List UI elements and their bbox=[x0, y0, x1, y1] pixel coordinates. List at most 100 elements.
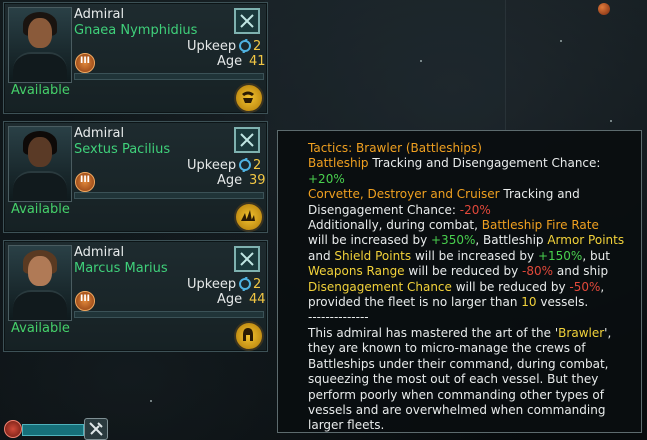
tooltip-text: -80% bbox=[522, 264, 554, 279]
tooltip-text: -20% bbox=[459, 202, 491, 217]
helmet-trait-icon[interactable] bbox=[234, 321, 264, 351]
tooltip-text: Battleship Fire Rate bbox=[481, 218, 599, 233]
admiral-name: Gnaea Nymphidius bbox=[74, 23, 198, 38]
tools-button[interactable] bbox=[84, 418, 108, 440]
level-text: III bbox=[79, 175, 91, 185]
tooltip-text: vessels and are overwhelmed when command… bbox=[308, 402, 606, 417]
close-icon bbox=[240, 252, 254, 266]
fleet-trait-icon[interactable] bbox=[234, 202, 264, 232]
tooltip-text: , bbox=[600, 279, 605, 294]
tooltip-text: -50% bbox=[569, 279, 601, 294]
tooltip-text: Disengagement Chance: bbox=[308, 202, 460, 217]
tooltip-text: +20% bbox=[308, 171, 345, 186]
tooltip-text: ', bbox=[604, 325, 612, 340]
dismiss-button[interactable] bbox=[234, 127, 260, 153]
tooltip-text: Battleships under their command, during … bbox=[308, 356, 609, 371]
tooltip-text: larger fleets. bbox=[308, 418, 385, 433]
tooltip-text: This admiral has mastered the art of the… bbox=[308, 325, 559, 340]
admiral-portrait bbox=[8, 126, 72, 202]
tooltip-text: Tracking and Disengagement Chance: bbox=[368, 156, 601, 171]
tooltip-title: Tactics: Brawler (Battleships) bbox=[308, 141, 482, 155]
trait-tooltip: Tactics: Brawler (Battleships) Battleshi… bbox=[277, 130, 642, 433]
upkeep-value: 2 bbox=[253, 158, 262, 173]
admiral-card[interactable]: Admiral Sextus Pacilius Upkeep 2 Age 39 … bbox=[3, 121, 268, 233]
tooltip-text: provided the fleet is no larger than bbox=[308, 295, 522, 310]
tooltip-divider: -------------- bbox=[308, 310, 369, 325]
tooltip-text: Disengagement Chance bbox=[308, 279, 452, 294]
admiral-card[interactable]: Admiral Marcus Marius Upkeep 2 Age 44 II… bbox=[3, 240, 268, 352]
age-label: Age bbox=[217, 54, 243, 69]
admiral-name: Marcus Marius bbox=[74, 261, 168, 276]
upkeep-label: Upkeep bbox=[187, 158, 237, 173]
tooltip-text: , but bbox=[582, 248, 610, 263]
upkeep-value: 2 bbox=[253, 277, 262, 292]
close-icon bbox=[240, 14, 254, 28]
tooltip-text: will be reduced by bbox=[451, 279, 570, 294]
age-value: 39 bbox=[249, 173, 266, 188]
level-badge: III bbox=[75, 53, 95, 73]
planet-icon bbox=[598, 3, 610, 15]
tooltip-text: Additionally, during combat, bbox=[308, 218, 482, 233]
star bbox=[560, 40, 562, 42]
age-label: Age bbox=[217, 173, 243, 188]
tooltip-text: +150% bbox=[537, 248, 583, 263]
tooltip-text: Armor Points bbox=[547, 233, 625, 248]
background-panel bbox=[265, 0, 506, 130]
influence-icon bbox=[239, 158, 251, 172]
tooltip-text: Brawler bbox=[558, 325, 605, 340]
level-text: III bbox=[79, 56, 91, 66]
bottom-toolbar bbox=[0, 416, 110, 440]
star bbox=[150, 400, 152, 402]
level-badge: III bbox=[75, 291, 95, 311]
tooltip-text: +350% bbox=[431, 233, 476, 248]
level-text: III bbox=[79, 294, 91, 304]
tooltip-text: will be increased by bbox=[411, 248, 538, 263]
crab-trait-icon[interactable] bbox=[234, 83, 264, 113]
tooltip-text: they are known to micro-manage the crews… bbox=[308, 341, 586, 356]
admiral-portrait bbox=[8, 245, 72, 321]
tooltip-text: will be increased by bbox=[308, 233, 431, 248]
admiral-card[interactable]: Admiral Gnaea Nymphidius Upkeep 2 Age 41… bbox=[3, 2, 268, 114]
experience-bar bbox=[74, 73, 264, 80]
tooltip-text: Battleship bbox=[308, 156, 369, 171]
star bbox=[610, 120, 612, 122]
tooltip-text: Shield Points bbox=[334, 248, 412, 263]
tooltip-text: squeezing the most out of each vessel. B… bbox=[308, 372, 599, 387]
alert-icon[interactable] bbox=[4, 420, 22, 438]
age-value: 41 bbox=[249, 54, 266, 69]
tooltip-text: Corvette, Destroyer and Cruiser bbox=[308, 187, 500, 202]
close-icon bbox=[240, 133, 254, 147]
upkeep-label: Upkeep bbox=[187, 39, 237, 54]
influence-icon bbox=[239, 39, 251, 53]
admiral-rank: Admiral bbox=[74, 126, 125, 141]
tooltip-text: will be reduced by bbox=[404, 264, 523, 279]
admiral-name: Sextus Pacilius bbox=[74, 142, 171, 157]
wrench-icon bbox=[89, 422, 103, 436]
upkeep-label: Upkeep bbox=[187, 277, 237, 292]
admiral-portrait bbox=[8, 7, 72, 83]
status-text: Available bbox=[11, 83, 70, 98]
age-label: Age bbox=[217, 292, 243, 307]
admiral-rank: Admiral bbox=[74, 7, 125, 22]
level-badge: III bbox=[75, 172, 95, 192]
admiral-rank: Admiral bbox=[74, 245, 125, 260]
age-value: 44 bbox=[249, 292, 266, 307]
tooltip-text: Tracking and bbox=[499, 187, 580, 202]
tooltip-text: Weapons Range bbox=[308, 264, 405, 279]
status-text: Available bbox=[11, 321, 70, 336]
dismiss-button[interactable] bbox=[234, 246, 260, 272]
tooltip-text: 10 bbox=[521, 295, 537, 310]
progress-bar bbox=[22, 424, 84, 436]
tooltip-text: , Battleship bbox=[475, 233, 548, 248]
influence-icon bbox=[239, 277, 251, 291]
experience-bar bbox=[74, 192, 264, 199]
status-text: Available bbox=[11, 202, 70, 217]
tooltip-text: perform poorly when commanding other typ… bbox=[308, 387, 604, 402]
tooltip-text: vessels. bbox=[536, 295, 589, 310]
tooltip-text: and ship bbox=[553, 264, 609, 279]
upkeep-value: 2 bbox=[253, 39, 262, 54]
tooltip-text: and bbox=[308, 248, 335, 263]
dismiss-button[interactable] bbox=[234, 8, 260, 34]
experience-bar bbox=[74, 311, 264, 318]
star bbox=[420, 60, 422, 62]
